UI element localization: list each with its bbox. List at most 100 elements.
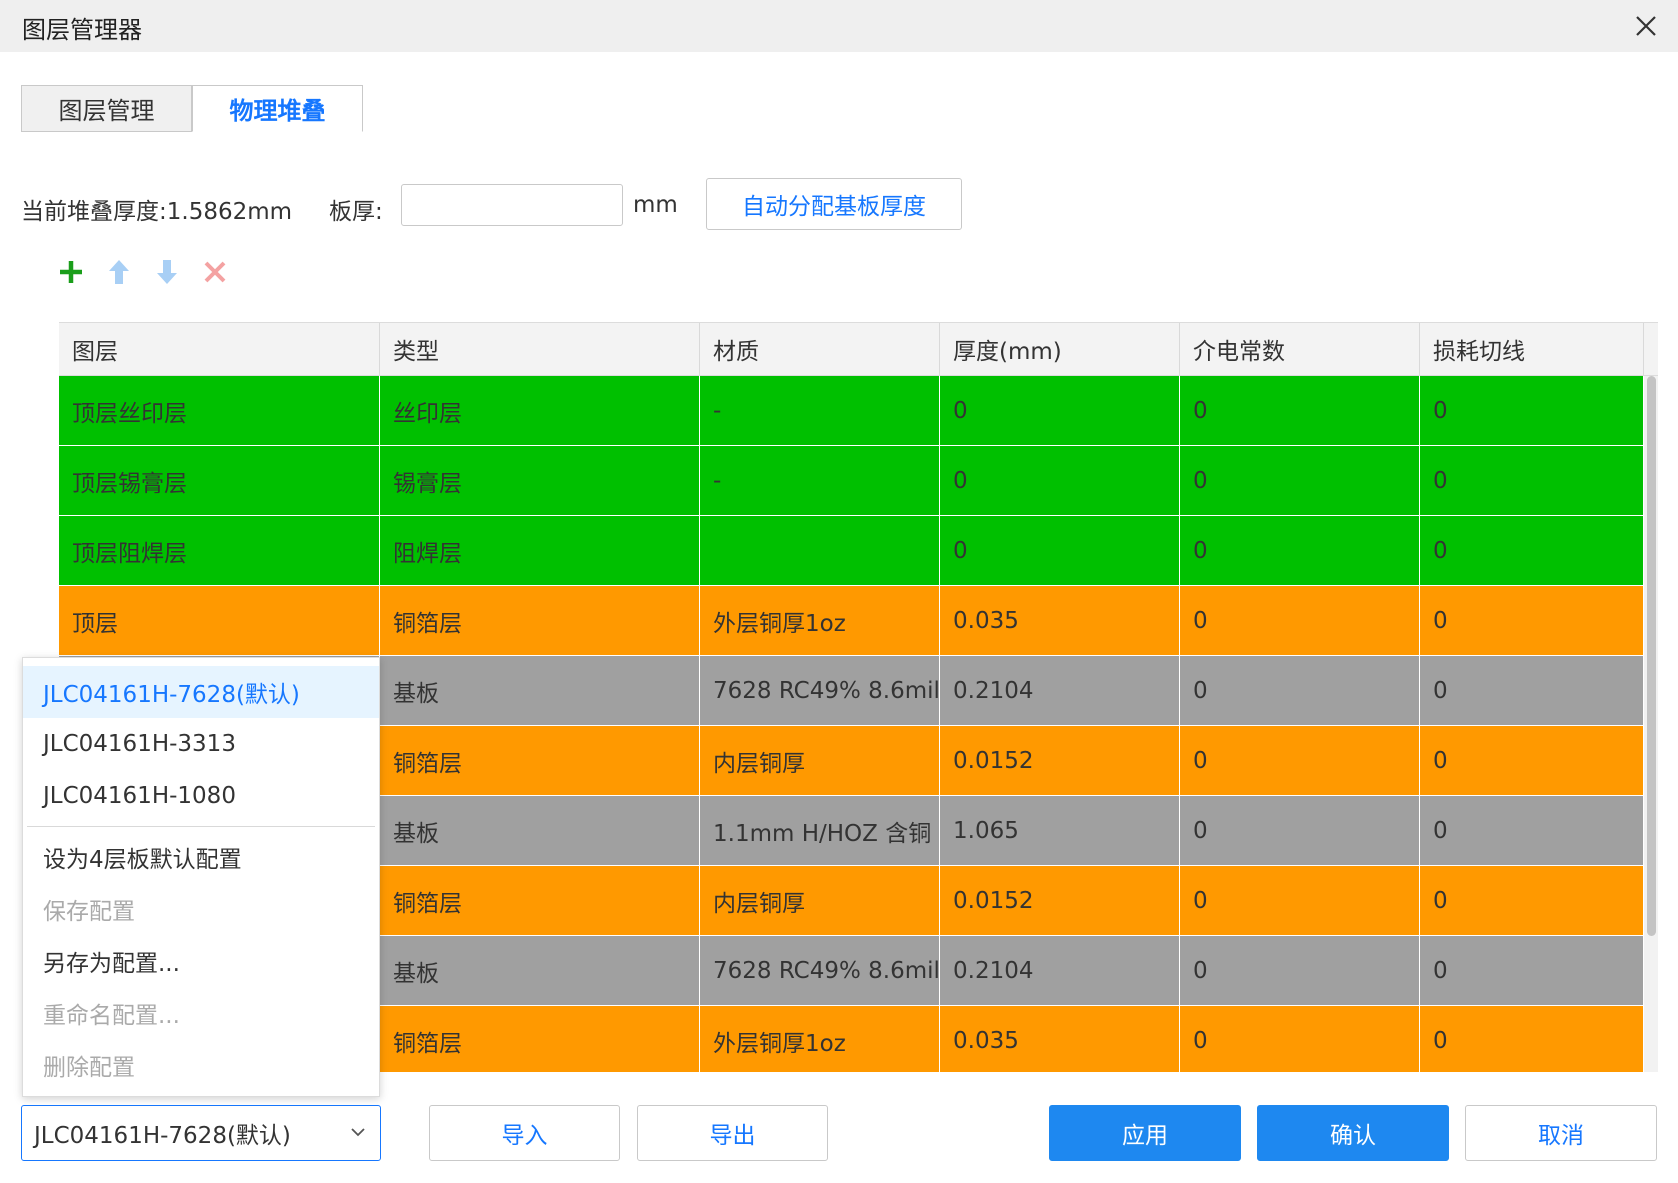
header-thickness[interactable]: 厚度(mm) bbox=[940, 323, 1180, 375]
cell-type[interactable]: 铜箔层 bbox=[380, 1006, 700, 1072]
cell-dielectric-constant[interactable]: 0 bbox=[1180, 726, 1420, 795]
config-select-value: JLC04161H-7628(默认) bbox=[34, 1123, 291, 1149]
thickness-unit: mm bbox=[633, 192, 678, 218]
cell-type[interactable]: 基板 bbox=[380, 936, 700, 1005]
cell-thickness[interactable]: 0.035 bbox=[940, 586, 1180, 655]
cell-material[interactable]: 1.1mm H/HOZ 含铜 bbox=[700, 796, 940, 865]
stack-info-row: 当前堆叠厚度:1.5862mm 板厚: mm 自动分配基板厚度 bbox=[21, 178, 981, 230]
chevron-down-icon bbox=[348, 1122, 368, 1142]
table-row[interactable]: 顶层锡膏层 锡膏层 -0 0 0 bbox=[59, 446, 1658, 516]
cell-material[interactable] bbox=[700, 516, 940, 585]
cell-loss-tangent[interactable]: 0 bbox=[1420, 656, 1644, 725]
cell-thickness[interactable]: 0.0152 bbox=[940, 866, 1180, 935]
header-material[interactable]: 材质 bbox=[700, 323, 940, 375]
cell-layer[interactable]: 顶层丝印层 bbox=[59, 376, 380, 445]
cell-dielectric-constant[interactable]: 0 bbox=[1180, 376, 1420, 445]
header-layer[interactable]: 图层 bbox=[59, 323, 380, 375]
cell-thickness[interactable]: 0 bbox=[940, 516, 1180, 585]
cell-type[interactable]: 铜箔层 bbox=[380, 586, 700, 655]
cell-thickness[interactable]: 0 bbox=[940, 446, 1180, 515]
cell-thickness[interactable]: 0.035 bbox=[940, 1006, 1180, 1072]
cell-type[interactable]: 锡膏层 bbox=[380, 446, 700, 515]
rename-config-item: 重命名配置... bbox=[43, 1003, 180, 1029]
cell-type[interactable]: 铜箔层 bbox=[380, 726, 700, 795]
cell-dielectric-constant[interactable]: 0 bbox=[1180, 936, 1420, 1005]
delete-x-icon[interactable] bbox=[200, 255, 230, 289]
config-select[interactable]: JLC04161H-7628(默认) bbox=[21, 1105, 381, 1161]
cell-loss-tangent[interactable]: 0 bbox=[1420, 936, 1644, 1005]
apply-button[interactable]: 应用 bbox=[1049, 1105, 1241, 1161]
cancel-button[interactable]: 取消 bbox=[1465, 1105, 1657, 1161]
header-type[interactable]: 类型 bbox=[380, 323, 700, 375]
arrow-up-icon[interactable] bbox=[104, 255, 134, 289]
cell-thickness[interactable]: 0.2104 bbox=[940, 656, 1180, 725]
cell-loss-tangent[interactable]: 0 bbox=[1420, 376, 1644, 445]
tab-layer-management[interactable]: 图层管理 bbox=[21, 85, 192, 132]
cell-layer[interactable]: 顶层锡膏层 bbox=[59, 446, 380, 515]
cell-material[interactable]: 7628 RC49% 8.6mil bbox=[700, 936, 940, 1005]
cell-material[interactable]: - bbox=[700, 446, 940, 515]
tab-physical-stackup[interactable]: 物理堆叠 bbox=[192, 85, 363, 132]
cell-type[interactable]: 基板 bbox=[380, 656, 700, 725]
layer-toolbar bbox=[56, 255, 230, 295]
cell-dielectric-constant[interactable]: 0 bbox=[1180, 586, 1420, 655]
plus-icon[interactable] bbox=[56, 255, 86, 289]
cell-material[interactable]: 外层铜厚1oz bbox=[700, 1006, 940, 1072]
tab-bar: 图层管理 物理堆叠 bbox=[21, 85, 363, 132]
save-config-item: 保存配置 bbox=[43, 899, 135, 925]
arrow-down-icon[interactable] bbox=[152, 255, 182, 289]
cell-loss-tangent[interactable]: 0 bbox=[1420, 1006, 1644, 1072]
cell-material[interactable]: - bbox=[700, 376, 940, 445]
config-dropdown-menu: JLC04161H-7628(默认) JLC04161H-3313 JLC041… bbox=[22, 657, 380, 1097]
table-header: 图层 类型 材质 厚度(mm) 介电常数 损耗切线 bbox=[59, 322, 1658, 376]
cell-dielectric-constant[interactable]: 0 bbox=[1180, 796, 1420, 865]
cell-type[interactable]: 阻焊层 bbox=[380, 516, 700, 585]
import-button[interactable]: 导入 bbox=[429, 1105, 620, 1161]
board-thickness-label: 板厚: bbox=[329, 199, 383, 225]
config-option-3313[interactable]: JLC04161H-3313 bbox=[23, 718, 379, 770]
board-thickness-input[interactable] bbox=[401, 184, 623, 226]
cell-loss-tangent[interactable]: 0 bbox=[1420, 446, 1644, 515]
header-loss-tangent[interactable]: 损耗切线 bbox=[1420, 323, 1644, 375]
close-icon[interactable] bbox=[1628, 8, 1664, 44]
cell-layer[interactable]: 顶层 bbox=[59, 586, 380, 655]
cell-loss-tangent[interactable]: 0 bbox=[1420, 726, 1644, 795]
export-button[interactable]: 导出 bbox=[637, 1105, 828, 1161]
cell-thickness[interactable]: 0.0152 bbox=[940, 726, 1180, 795]
cell-material[interactable]: 内层铜厚 bbox=[700, 726, 940, 795]
cell-loss-tangent[interactable]: 0 bbox=[1420, 866, 1644, 935]
cell-type[interactable]: 丝印层 bbox=[380, 376, 700, 445]
cell-dielectric-constant[interactable]: 0 bbox=[1180, 866, 1420, 935]
cell-material[interactable]: 7628 RC49% 8.6mil bbox=[700, 656, 940, 725]
menu-divider bbox=[27, 826, 375, 827]
table-row[interactable]: 顶层 铜箔层 外层铜厚1oz 0.035 0 0 bbox=[59, 586, 1658, 656]
table-row[interactable]: 顶层丝印层 丝印层 -0 0 0 bbox=[59, 376, 1658, 446]
scrollbar-thumb[interactable] bbox=[1647, 376, 1656, 936]
cell-thickness[interactable]: 0 bbox=[940, 376, 1180, 445]
cell-layer[interactable]: 顶层阻焊层 bbox=[59, 516, 380, 585]
cell-dielectric-constant[interactable]: 0 bbox=[1180, 446, 1420, 515]
cell-dielectric-constant[interactable]: 0 bbox=[1180, 516, 1420, 585]
config-option-7628[interactable]: JLC04161H-7628(默认) bbox=[23, 666, 379, 718]
auto-assign-substrate-button[interactable]: 自动分配基板厚度 bbox=[706, 178, 962, 230]
cell-material[interactable]: 内层铜厚 bbox=[700, 866, 940, 935]
cell-thickness[interactable]: 0.2104 bbox=[940, 936, 1180, 1005]
cell-loss-tangent[interactable]: 0 bbox=[1420, 796, 1644, 865]
cell-type[interactable]: 基板 bbox=[380, 796, 700, 865]
delete-config-item: 删除配置 bbox=[43, 1055, 135, 1081]
cell-material[interactable]: 外层铜厚1oz bbox=[700, 586, 940, 655]
cell-dielectric-constant[interactable]: 0 bbox=[1180, 656, 1420, 725]
save-as-config-item[interactable]: 另存为配置... bbox=[23, 935, 379, 987]
set-default-config-item[interactable]: 设为4层板默认配置 bbox=[23, 831, 379, 883]
table-scrollbar[interactable] bbox=[1644, 376, 1658, 1072]
cell-loss-tangent[interactable]: 0 bbox=[1420, 586, 1644, 655]
config-option-1080[interactable]: JLC04161H-1080 bbox=[23, 770, 379, 822]
cell-loss-tangent[interactable]: 0 bbox=[1420, 516, 1644, 585]
table-row[interactable]: 顶层阻焊层 阻焊层 0 0 0 bbox=[59, 516, 1658, 586]
cell-dielectric-constant[interactable]: 0 bbox=[1180, 1006, 1420, 1072]
cell-thickness[interactable]: 1.065 bbox=[940, 796, 1180, 865]
title-bar: 图层管理器 bbox=[0, 0, 1678, 52]
header-dielectric-constant[interactable]: 介电常数 bbox=[1180, 323, 1420, 375]
confirm-button[interactable]: 确认 bbox=[1257, 1105, 1449, 1161]
cell-type[interactable]: 铜箔层 bbox=[380, 866, 700, 935]
